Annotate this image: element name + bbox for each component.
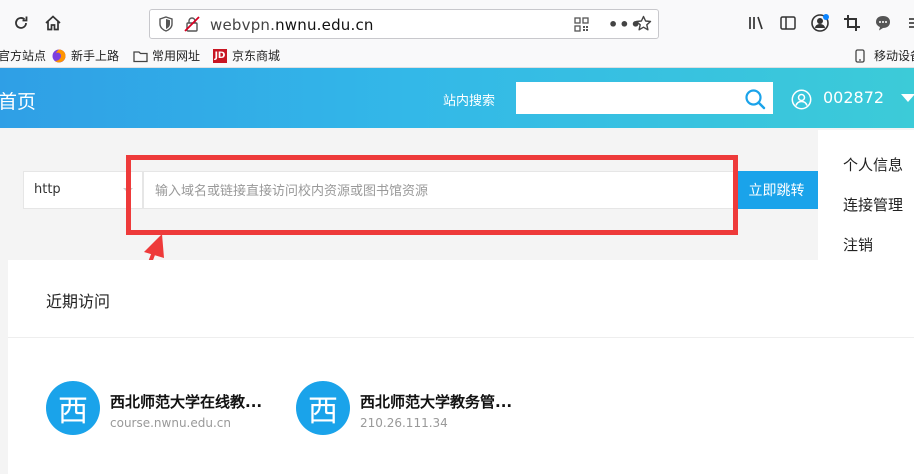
recent-visits-title: 近期访问 <box>46 292 111 311</box>
divider <box>8 337 914 338</box>
library-icon[interactable] <box>745 12 767 34</box>
caret-down-icon[interactable] <box>901 94 914 102</box>
qrcode-icon[interactable] <box>574 17 589 36</box>
bookmark-item[interactable]: 新手上路 <box>52 47 119 64</box>
recent-visits-panel <box>8 260 914 474</box>
menu-item-profile[interactable]: 个人信息 <box>843 154 903 175</box>
user-dropdown-menu: 个人信息 连接管理 注销 <box>818 130 914 260</box>
more-menu-icon[interactable] <box>902 12 914 34</box>
reload-icon[interactable] <box>10 12 32 34</box>
recent-site-title[interactable]: 西北师范大学教务管... <box>360 391 512 412</box>
mobile-bookmarks-label: 移动设备 <box>874 49 914 63</box>
sidebar-icon[interactable] <box>777 12 799 34</box>
site-search-label: 站内搜索 <box>443 94 496 109</box>
address-bar[interactable]: webvpn.nwnu.edu.cn ••• <box>149 9 659 39</box>
folder-icon <box>133 49 148 63</box>
bookmark-item[interactable]: JD 京东商城 <box>213 47 280 64</box>
jd-icon: JD <box>213 48 227 63</box>
user-icon[interactable] <box>791 89 812 110</box>
url-prefix: webvpn. <box>210 16 276 34</box>
chat-icon[interactable] <box>872 12 894 34</box>
mobile-device-icon <box>855 48 869 63</box>
bookmark-label: 新手上路 <box>71 49 120 63</box>
bookmark-item[interactable]: 官方站点 <box>0 47 46 64</box>
bookmark-label: 常用网址 <box>152 49 201 63</box>
insecure-lock-icon[interactable] <box>184 16 200 36</box>
user-id[interactable]: 002872 <box>823 88 884 107</box>
scheme-select[interactable]: http <box>23 171 143 209</box>
url-domain: nwnu.edu.cn <box>275 16 374 34</box>
mobile-bookmarks[interactable]: 移动设备 <box>855 47 914 64</box>
site-avatar[interactable]: 西 <box>296 381 350 435</box>
url-text: webvpn.nwnu.edu.cn <box>210 16 374 34</box>
menu-item-connections[interactable]: 连接管理 <box>843 194 903 215</box>
bookmark-star-icon[interactable] <box>635 15 652 36</box>
browser-toolbar: webvpn.nwnu.edu.cn ••• <box>0 0 914 44</box>
scheme-value: http <box>34 182 61 197</box>
search-icon[interactable] <box>744 88 766 110</box>
recent-site-url: 210.26.111.34 <box>360 416 448 430</box>
jump-button[interactable]: 立即跳转 <box>735 171 818 209</box>
firefox-icon <box>52 49 66 63</box>
site-search-input[interactable] <box>516 82 773 114</box>
home-icon[interactable] <box>42 12 64 34</box>
recent-site-url: course.nwnu.edu.cn <box>110 416 231 430</box>
site-avatar[interactable]: 西 <box>46 381 100 435</box>
bookmark-item[interactable]: 常用网址 <box>133 47 200 64</box>
account-icon[interactable] <box>809 12 831 34</box>
recent-site-title[interactable]: 西北师范大学在线教... <box>110 391 262 412</box>
bookmark-label: 京东商城 <box>232 49 281 63</box>
shield-icon[interactable] <box>159 16 173 36</box>
home-link[interactable]: 首页 <box>0 87 36 114</box>
screenshot-icon[interactable] <box>841 12 863 34</box>
menu-item-logout[interactable]: 注销 <box>843 234 873 255</box>
site-header: 首页 站内搜索 002872 <box>0 68 914 128</box>
annotation-highlight-box <box>126 155 738 235</box>
bookmark-label: 官方站点 <box>0 49 47 63</box>
bookmarks-bar: 官方站点 新手上路 常用网址 JD 京东商城 移动设备 <box>0 44 914 68</box>
